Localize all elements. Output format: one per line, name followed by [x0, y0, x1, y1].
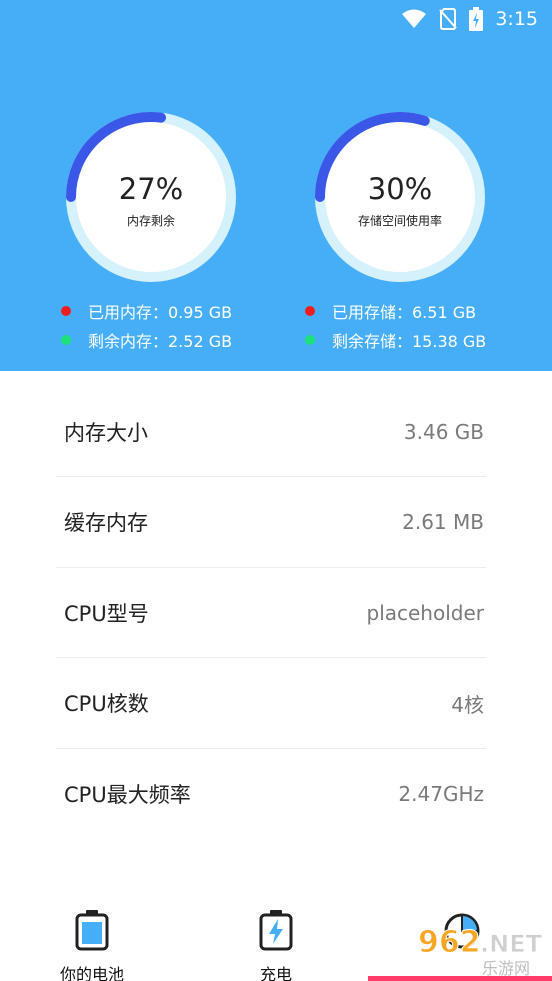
used-dot [61, 306, 71, 316]
storage-caption: 存储空间使用率 [357, 214, 442, 228]
used-dot [305, 306, 315, 316]
list-item[interactable]: 内存大小 3.46 GB [56, 387, 486, 477]
battery-charging-icon [469, 7, 484, 31]
svg-text:乐游网: 乐游网 [482, 959, 530, 978]
storage-percent: 30% [367, 172, 433, 206]
free-memory-text: 剩余内存：2.52 GB [88, 332, 233, 351]
row-value: 4核 [451, 692, 484, 717]
free-dot [305, 335, 315, 345]
nav-label: 充电 [259, 965, 292, 981]
nav-label: 你的电池 [59, 965, 124, 981]
memory-percent: 27% [118, 172, 184, 206]
row-label: CPU最大频率 [64, 783, 191, 807]
no-sim-icon [439, 8, 458, 30]
used-memory-legend: 已用内存：0.95 GB [61, 299, 232, 323]
row-value: 3.46 GB [403, 420, 484, 444]
svg-text:.NET: .NET [480, 930, 543, 958]
watermark-logo: 962 .NET 乐游网 [416, 918, 552, 979]
used-memory-text: 已用内存：0.95 GB [88, 303, 233, 322]
row-label: 内存大小 [64, 421, 148, 445]
clock: 3:15 [495, 8, 538, 30]
list-item[interactable]: 缓存内存 2.61 MB [56, 477, 486, 567]
row-value: 2.47GHz [398, 782, 484, 806]
header-panel: 3:15 27% 内存剩余 30% 存储空间使用率 已用内存：0.95 GB 剩… [0, 0, 552, 371]
nav-tab-charging[interactable]: 充电 [216, 905, 336, 981]
row-value: 2.61 MB [402, 510, 484, 534]
memory-gauge: 27% 内存剩余 [66, 112, 236, 282]
list-item[interactable]: CPU核数 4核 [56, 658, 486, 748]
svg-text:962: 962 [418, 925, 481, 960]
storage-gauge: 30% 存储空间使用率 [315, 112, 485, 282]
charging-icon [259, 910, 293, 951]
used-storage-legend: 已用存储：6.51 GB [305, 299, 476, 323]
row-label: CPU核数 [64, 692, 149, 716]
row-label: 缓存内存 [64, 511, 148, 535]
row-label: CPU型号 [64, 602, 149, 626]
free-storage-text: 剩余存储：15.38 GB [332, 332, 487, 351]
used-storage-text: 已用存储：6.51 GB [332, 303, 477, 322]
free-memory-legend: 剩余内存：2.52 GB [61, 328, 232, 352]
nav-tab-battery[interactable]: 你的电池 [32, 905, 152, 981]
wifi-icon [401, 9, 427, 29]
free-dot [61, 335, 71, 345]
status-bar: 3:15 [401, 6, 538, 32]
free-storage-legend: 剩余存储：15.38 GB [305, 328, 486, 352]
memory-caption: 内存剩余 [126, 214, 175, 228]
battery-icon [75, 910, 109, 951]
row-value: placeholder [366, 601, 485, 625]
list-item[interactable]: CPU最大频率 2.47GHz [56, 749, 486, 839]
list-item[interactable]: CPU型号 placeholder [56, 568, 486, 658]
